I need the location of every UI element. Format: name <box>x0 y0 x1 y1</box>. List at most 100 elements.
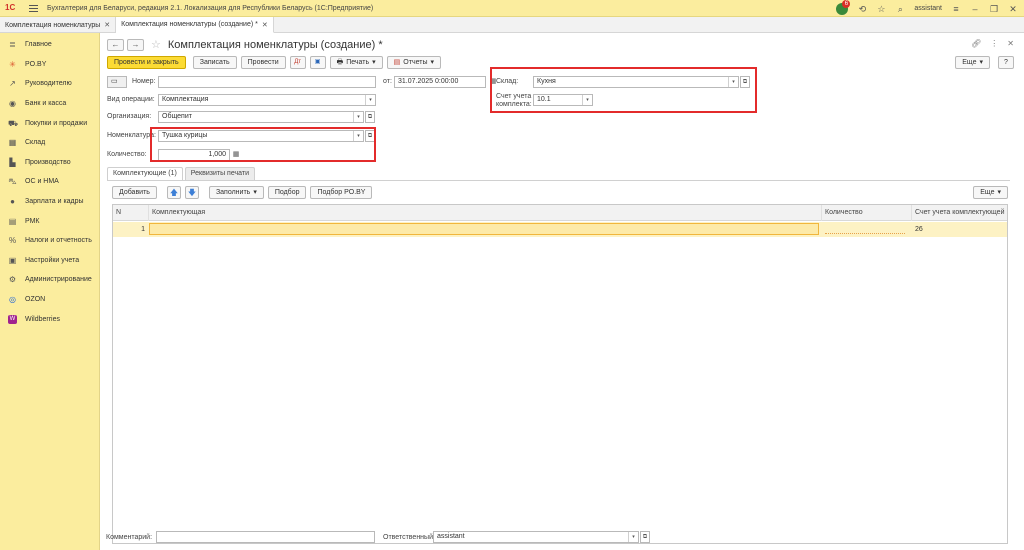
organization-label: Организация: <box>107 113 152 120</box>
sidebar-item-poby[interactable]: ✳ PO.BY <box>0 55 99 75</box>
history-icon[interactable]: ⟲ <box>857 4 867 14</box>
ozon-icon: ◎ <box>9 295 16 305</box>
favorites-icon[interactable]: ☆ <box>876 4 886 14</box>
number-label: Номер: <box>132 78 156 85</box>
move-up-icon[interactable]: 🡅︎ <box>166 186 181 199</box>
fill-button[interactable]: Заполнить ▾ <box>208 186 264 199</box>
organization-field[interactable]: Общепит ▾ <box>158 111 364 123</box>
settings-menu-icon[interactable]: ≡ <box>951 4 961 14</box>
open-link-icon[interactable]: ⧉ <box>640 531 650 543</box>
sidebar-item-warehouse[interactable]: ▦ Склад <box>0 133 99 153</box>
restore-icon[interactable]: ❐ <box>989 4 999 14</box>
sidebar-item-label: Руководителю <box>25 80 72 88</box>
print-button[interactable]: 🖶︎ Печать ▾ <box>329 56 383 69</box>
link-icon[interactable]: 🔗︎ <box>971 39 981 48</box>
sidebar-item-label: PO.BY <box>25 60 47 68</box>
chevron-down-icon: ▾ <box>997 189 1001 196</box>
main-menu-icon[interactable] <box>29 4 38 12</box>
organization-value: Общепит <box>162 113 192 120</box>
number-field[interactable] <box>158 76 376 88</box>
sidebar-item-label: Склад <box>25 139 46 147</box>
sidebar-item-accounting-settings[interactable]: ▣ Настройки учета <box>0 251 99 271</box>
open-link-icon[interactable]: ⧉ <box>365 111 375 123</box>
warehouse-icon: ▦ <box>8 138 17 148</box>
sidebar-item-rmk[interactable]: ▤ РМК <box>0 211 99 231</box>
sidebar-item-admin[interactable]: ⚙ Администрирование <box>0 270 99 290</box>
tab-components[interactable]: Комплектующие (1) <box>107 167 183 180</box>
quantity-input[interactable] <box>825 225 905 234</box>
pick-poby-button[interactable]: Подбор PO.BY <box>310 186 373 199</box>
close-tab-icon[interactable]: ✕ <box>104 21 110 29</box>
more-label: Еще <box>962 59 977 66</box>
fill-label: Заполнить <box>215 189 251 196</box>
comment-field[interactable] <box>156 531 375 543</box>
sidebar-item-taxes[interactable]: % Налоги и отчетность <box>0 231 99 251</box>
table-more-button[interactable]: Еще ▾ <box>973 186 1008 199</box>
back-button[interactable]: ← <box>107 39 124 51</box>
favorite-star-icon[interactable]: ☆ <box>151 39 161 51</box>
date-field[interactable]: 31.07.2025 0:00:00 <box>394 76 486 88</box>
chevron-down-icon[interactable]: ▾ <box>365 95 375 105</box>
column-header-quantity[interactable]: Количество <box>822 205 912 221</box>
operation-select[interactable]: Комплектация ▾ <box>158 94 376 106</box>
sections-sidebar: ≣ Главное ✳ PO.BY ↗ Руководителю ◉ Банк и ка… <box>0 33 100 550</box>
pick-button[interactable]: Подбор <box>267 186 307 199</box>
current-user[interactable]: assistant <box>914 5 942 12</box>
sidebar-item-label: ОС и НМА <box>25 178 59 186</box>
sidebar-item-wildberries[interactable]: W Wildberries <box>0 309 99 329</box>
responsible-field[interactable]: assistant ▾ <box>433 531 639 543</box>
minimize-icon[interactable]: – <box>970 4 980 14</box>
truck-icon: ⛍ <box>8 177 17 187</box>
more-button[interactable]: Еще ▾ <box>955 56 990 69</box>
sidebar-item-manager[interactable]: ↗ Руководителю <box>0 74 99 94</box>
reports-button[interactable]: ▤ Отчеты ▾ <box>386 56 442 69</box>
component-input[interactable] <box>149 223 819 235</box>
sidebar-item-label: Wildberries <box>25 315 61 323</box>
help-button[interactable]: ? <box>998 56 1014 69</box>
move-down-icon[interactable]: 🡇︎ <box>184 186 199 199</box>
printer-icon: 🖶︎ <box>336 59 344 66</box>
date-label: от: <box>383 78 392 85</box>
column-header-account[interactable]: Счет учета комплектующей <box>912 205 1007 221</box>
factory-icon: ▙ <box>9 157 16 167</box>
close-tab-icon[interactable]: ✕ <box>262 21 268 29</box>
column-header-component[interactable]: Комплектующая <box>149 205 822 221</box>
dt-kt-icon[interactable]: Дт <box>289 56 306 69</box>
sidebar-item-label: OZON <box>25 296 46 304</box>
close-form-icon[interactable]: ✕ <box>1007 39 1014 48</box>
tab-nomenclature-create[interactable]: Комплектация номенклатуры (создание) * ✕ <box>116 17 274 33</box>
post-button[interactable]: Провести <box>240 56 286 69</box>
sidebar-item-production[interactable]: ▙ Производство <box>0 153 99 173</box>
highlight-box-warehouse <box>490 67 757 113</box>
tab-nomenclature-list[interactable]: Комплектация номенклатуры ✕ <box>0 17 117 33</box>
save-button[interactable]: Записать <box>192 56 237 69</box>
sidebar-item-sales[interactable]: ⛟ Покупки и продажи <box>0 113 99 133</box>
form-tabs-divider <box>107 180 1010 181</box>
chevron-down-icon[interactable]: ▾ <box>628 532 638 542</box>
responsible-label: Ответственный: <box>383 534 435 541</box>
account-cell[interactable]: 26 <box>912 222 1007 237</box>
table-row[interactable]: 1 26 <box>113 222 1007 237</box>
add-button[interactable]: Добавить <box>112 186 157 199</box>
sidebar-item-main[interactable]: ≣ Главное <box>0 35 99 55</box>
sidebar-item-payroll[interactable]: ● Зарплата и кадры <box>0 192 99 212</box>
more-label: Еще <box>980 189 995 196</box>
kebab-menu-icon[interactable]: ⋮ <box>990 39 998 48</box>
sidebar-item-assets[interactable]: ⛍ ОС и НМА <box>0 172 99 192</box>
sidebar-item-bank[interactable]: ◉ Банк и касса <box>0 94 99 114</box>
forward-button[interactable]: → <box>127 39 144 51</box>
structure-icon[interactable]: ▣ <box>309 56 326 69</box>
column-header-n[interactable]: N <box>113 205 149 221</box>
chevron-down-icon: ▾ <box>979 59 983 66</box>
notifications-icon[interactable]: 6 <box>836 0 851 15</box>
title-bar-tools: 6 ⟲ ☆ ⌕ assistant ≡ – ❐ ✕ <box>836 0 1018 17</box>
tab-print-details[interactable]: Реквизиты печати <box>184 167 255 180</box>
sidebar-item-ozon[interactable]: ◎ OZON <box>0 290 99 310</box>
search-icon[interactable]: ⌕ <box>895 4 905 14</box>
close-window-icon[interactable]: ✕ <box>1008 4 1018 14</box>
chevron-down-icon[interactable]: ▾ <box>353 112 363 122</box>
form-tabs: Комплектующие (1) Реквизиты печати <box>107 167 255 180</box>
post-and-close-button[interactable]: Провести и закрыть <box>107 56 186 69</box>
print-label: Печать <box>346 59 370 66</box>
gear-icon: ⚙ <box>8 275 17 285</box>
